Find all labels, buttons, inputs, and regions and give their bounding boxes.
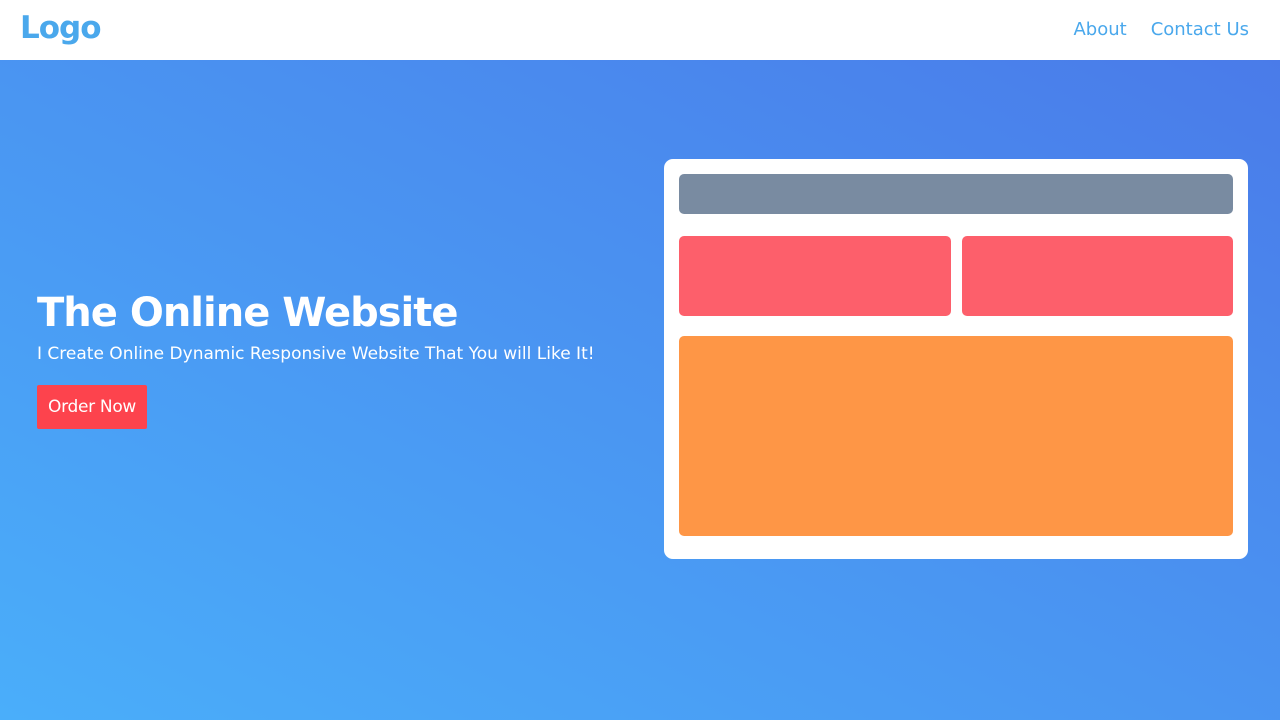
hero-section: The Online Website I Create Online Dynam… xyxy=(0,60,1280,720)
navbar: Logo About Contact Us xyxy=(0,0,1280,60)
order-now-button[interactable]: Order Now xyxy=(37,385,148,429)
website-mockup-illustration xyxy=(664,159,1248,559)
logo-link[interactable]: Logo xyxy=(20,8,102,48)
mockup-tile-left xyxy=(679,236,951,316)
hero-subtitle: I Create Online Dynamic Responsive Websi… xyxy=(37,344,595,364)
nav-link-contact-us[interactable]: Contact Us xyxy=(1151,17,1249,43)
mockup-content-panel xyxy=(679,336,1233,536)
mockup-tile-right xyxy=(962,236,1233,316)
hero-title: The Online Website xyxy=(37,290,458,336)
nav-link-about[interactable]: About xyxy=(1073,17,1126,43)
hero-text: The Online Website I Create Online Dynam… xyxy=(37,288,627,429)
nav-links: About Contact Us xyxy=(1073,17,1249,43)
mockup-header-bar xyxy=(679,174,1233,214)
